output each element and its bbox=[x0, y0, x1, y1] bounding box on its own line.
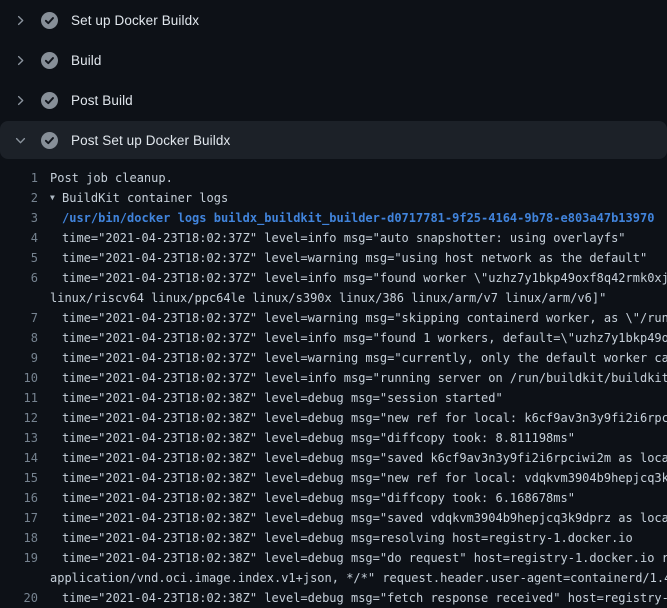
log-text: time="2021-04-23T18:02:38Z" level=debug … bbox=[62, 508, 667, 528]
check-circle-icon bbox=[41, 12, 58, 29]
log-line: 7 ▼ time="2021-04-23T18:02:37Z" level=wa… bbox=[0, 308, 667, 328]
log-line: 8 ▼ time="2021-04-23T18:02:37Z" level=in… bbox=[0, 328, 667, 348]
line-number[interactable] bbox=[0, 288, 38, 308]
line-number[interactable]: 20 bbox=[0, 588, 38, 608]
chevron-right-icon[interactable] bbox=[12, 92, 28, 108]
line-number[interactable]: 2 bbox=[0, 188, 38, 208]
log-line: 19 ▼ time="2021-04-23T18:02:38Z" level=d… bbox=[0, 548, 667, 568]
log-line: 13 ▼ time="2021-04-23T18:02:38Z" level=d… bbox=[0, 428, 667, 448]
group-expand-triangle-icon[interactable]: ▼ bbox=[50, 188, 62, 208]
chevron-right-icon[interactable] bbox=[12, 12, 28, 28]
log-text: time="2021-04-23T18:02:38Z" level=debug … bbox=[62, 408, 667, 428]
log-text: application/vnd.oci.image.index.v1+json,… bbox=[50, 568, 667, 588]
line-number[interactable] bbox=[0, 568, 38, 588]
log-line: 6 ▼ time="2021-04-23T18:02:37Z" level=in… bbox=[0, 268, 667, 288]
job-step-row[interactable]: Build bbox=[0, 40, 667, 80]
log-text: time="2021-04-23T18:02:37Z" level=info m… bbox=[62, 228, 626, 248]
line-number[interactable]: 3 bbox=[0, 208, 38, 228]
chevron-down-icon[interactable] bbox=[12, 132, 28, 148]
log-text: time="2021-04-23T18:02:38Z" level=debug … bbox=[62, 448, 667, 468]
job-step-row[interactable]: Set up Docker Buildx bbox=[0, 0, 667, 40]
log-line: 20 ▼ time="2021-04-23T18:02:38Z" level=d… bbox=[0, 588, 667, 608]
line-number[interactable]: 11 bbox=[0, 388, 38, 408]
log-line: 17 ▼ time="2021-04-23T18:02:38Z" level=d… bbox=[0, 508, 667, 528]
log-text: time="2021-04-23T18:02:37Z" level=info m… bbox=[62, 368, 667, 388]
log-text: time="2021-04-23T18:02:37Z" level=warnin… bbox=[62, 308, 667, 328]
log-text: time="2021-04-23T18:02:38Z" level=debug … bbox=[62, 528, 633, 548]
log-text: linux/riscv64 linux/ppc64le linux/s390x … bbox=[50, 288, 606, 308]
log-text: time="2021-04-23T18:02:38Z" level=debug … bbox=[62, 588, 667, 608]
log-text: time="2021-04-23T18:02:37Z" level=info m… bbox=[62, 328, 667, 348]
log-text: Post job cleanup. bbox=[50, 168, 173, 188]
log-line: ▼ linux/riscv64 linux/ppc64le linux/s390… bbox=[0, 288, 667, 308]
log-line: ▼ application/vnd.oci.image.index.v1+jso… bbox=[0, 568, 667, 588]
line-number[interactable]: 15 bbox=[0, 468, 38, 488]
log-line: 16 ▼ time="2021-04-23T18:02:38Z" level=d… bbox=[0, 488, 667, 508]
log-text: time="2021-04-23T18:02:37Z" level=info m… bbox=[62, 268, 667, 288]
log-text: time="2021-04-23T18:02:38Z" level=debug … bbox=[62, 428, 575, 448]
log-text: BuildKit container logs bbox=[62, 188, 228, 208]
job-steps-list: Set up Docker Buildx Build Post Buil bbox=[0, 0, 667, 159]
log-line: 10 ▼ time="2021-04-23T18:02:37Z" level=i… bbox=[0, 368, 667, 388]
log-text: time="2021-04-23T18:02:38Z" level=debug … bbox=[62, 548, 667, 568]
chevron-right-icon[interactable] bbox=[12, 52, 28, 68]
line-number[interactable]: 14 bbox=[0, 448, 38, 468]
line-number[interactable]: 16 bbox=[0, 488, 38, 508]
log-text: time="2021-04-23T18:02:37Z" level=warnin… bbox=[62, 248, 647, 268]
line-number[interactable]: 10 bbox=[0, 368, 38, 388]
line-number[interactable]: 4 bbox=[0, 228, 38, 248]
check-circle-icon bbox=[41, 132, 58, 149]
log-line: 14 ▼ time="2021-04-23T18:02:38Z" level=d… bbox=[0, 448, 667, 468]
step-name: Build bbox=[71, 53, 102, 68]
step-name: Set up Docker Buildx bbox=[71, 13, 199, 28]
log-line: 9 ▼ time="2021-04-23T18:02:37Z" level=wa… bbox=[0, 348, 667, 368]
step-name: Post Set up Docker Buildx bbox=[71, 133, 230, 148]
log-line: 3 ▼ /usr/bin/docker logs buildx_buildkit… bbox=[0, 208, 667, 228]
job-step-row[interactable]: Post Set up Docker Buildx bbox=[0, 121, 667, 159]
log-text: time="2021-04-23T18:02:38Z" level=debug … bbox=[62, 388, 503, 408]
log-text: time="2021-04-23T18:02:38Z" level=debug … bbox=[62, 488, 575, 508]
log-text: time="2021-04-23T18:02:37Z" level=warnin… bbox=[62, 348, 667, 368]
log-line: 18 ▼ time="2021-04-23T18:02:38Z" level=d… bbox=[0, 528, 667, 548]
line-number[interactable]: 19 bbox=[0, 548, 38, 568]
line-number[interactable]: 9 bbox=[0, 348, 38, 368]
log-line: 5 ▼ time="2021-04-23T18:02:37Z" level=wa… bbox=[0, 248, 667, 268]
step-name: Post Build bbox=[71, 93, 133, 108]
line-number[interactable]: 18 bbox=[0, 528, 38, 548]
log-line: 2 ▼ BuildKit container logs bbox=[0, 188, 667, 208]
log-line: 12 ▼ time="2021-04-23T18:02:38Z" level=d… bbox=[0, 408, 667, 428]
line-number[interactable]: 8 bbox=[0, 328, 38, 348]
line-number[interactable]: 13 bbox=[0, 428, 38, 448]
job-step-row[interactable]: Post Build bbox=[0, 80, 667, 120]
log-viewer: 1 ▼ Post job cleanup. 2 ▼ BuildKit conta… bbox=[0, 159, 667, 608]
line-number[interactable]: 12 bbox=[0, 408, 38, 428]
line-number[interactable]: 17 bbox=[0, 508, 38, 528]
log-line: 11 ▼ time="2021-04-23T18:02:38Z" level=d… bbox=[0, 388, 667, 408]
log-line: 1 ▼ Post job cleanup. bbox=[0, 168, 667, 188]
line-number[interactable]: 5 bbox=[0, 248, 38, 268]
line-number[interactable]: 7 bbox=[0, 308, 38, 328]
log-line: 4 ▼ time="2021-04-23T18:02:37Z" level=in… bbox=[0, 228, 667, 248]
line-number[interactable]: 6 bbox=[0, 268, 38, 288]
check-circle-icon bbox=[41, 52, 58, 69]
check-circle-icon bbox=[41, 92, 58, 109]
log-text: /usr/bin/docker logs buildx_buildkit_bui… bbox=[62, 208, 654, 228]
log-text: time="2021-04-23T18:02:38Z" level=debug … bbox=[62, 468, 667, 488]
line-number[interactable]: 1 bbox=[0, 168, 38, 188]
log-line: 15 ▼ time="2021-04-23T18:02:38Z" level=d… bbox=[0, 468, 667, 488]
